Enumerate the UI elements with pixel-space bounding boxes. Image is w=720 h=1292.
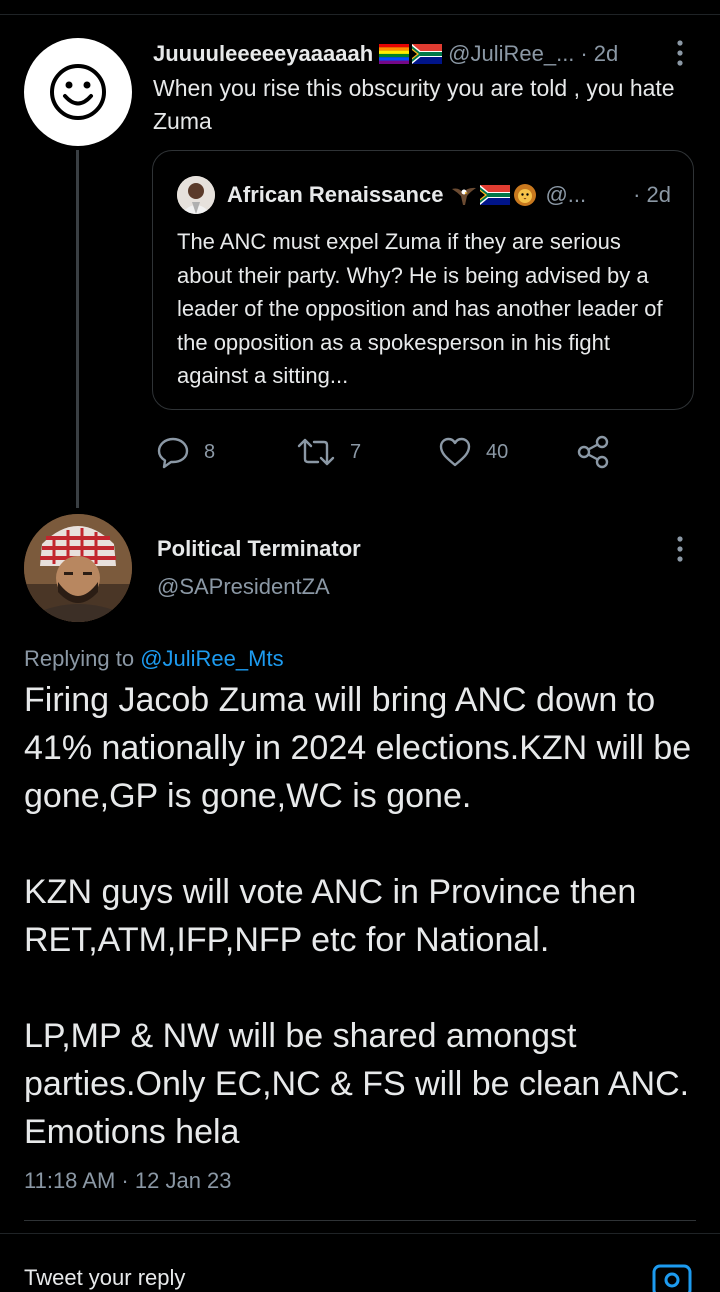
reply-button[interactable]: 8 <box>156 432 215 472</box>
user-handle[interactable]: @SAPresidentZA <box>157 574 330 600</box>
avatar <box>177 176 215 214</box>
quoted-tweet-text: The ANC must expel Zuma if they are seri… <box>177 229 663 388</box>
profile-photo-icon <box>24 514 132 622</box>
top-divider <box>0 14 720 15</box>
rainbow-flag-icon <box>379 44 410 64</box>
tweet-timestamp[interactable]: 11:18 AM · 12 Jan 23 <box>24 1168 232 1194</box>
divider <box>24 1220 696 1221</box>
user-handle[interactable]: @JuliRee_... <box>448 41 574 67</box>
retweet-icon <box>297 438 335 466</box>
reply-count: 8 <box>204 440 216 463</box>
heart-icon <box>439 437 471 467</box>
replying-to-label: Replying to <box>24 646 141 671</box>
reply-icon <box>157 437 189 469</box>
name-emojis <box>379 44 443 64</box>
retweet-button[interactable]: 7 <box>296 432 361 472</box>
share-icon <box>577 435 609 469</box>
separator-dot: · <box>580 41 588 66</box>
person-photo-icon <box>177 176 215 214</box>
eagle-icon <box>452 187 477 205</box>
reply-composer-placeholder[interactable]: Tweet your reply <box>24 1265 185 1291</box>
display-name: African Renaissance <box>227 182 444 207</box>
retweet-count: 7 <box>350 440 362 463</box>
name-emojis <box>451 183 537 207</box>
tweet-actions: 8 7 40 <box>156 432 626 472</box>
replying-to: Replying to @JuliRee_Mts <box>24 646 284 672</box>
more-options-icon[interactable] <box>670 38 690 68</box>
lion-icon <box>514 184 537 206</box>
like-count: 40 <box>486 440 509 463</box>
parent-tweet-text: When you rise this obscurity you are tol… <box>153 75 675 134</box>
tweet-time[interactable]: 2d <box>594 41 618 67</box>
share-button[interactable] <box>576 432 610 472</box>
tweet-time: · 2d <box>633 182 671 207</box>
smiley-face-icon <box>50 64 106 120</box>
south-africa-flag-icon <box>480 185 511 205</box>
quoted-tweet-header: African Renaissance @... · 2d <box>177 176 687 214</box>
image-upload-icon[interactable] <box>650 1262 694 1292</box>
like-button[interactable]: 40 <box>438 432 508 472</box>
avatar[interactable] <box>24 514 132 622</box>
more-options-icon[interactable] <box>670 534 690 564</box>
display-name[interactable]: Juuuuleeeeeyaaaaah <box>153 41 373 67</box>
display-name[interactable]: Political Terminator <box>157 536 361 562</box>
south-africa-flag-icon <box>412 44 443 64</box>
thread-connector-line <box>76 150 79 508</box>
replying-to-link[interactable]: @JuliRee_Mts <box>140 646 283 671</box>
quoted-tweet[interactable]: African Renaissance @... · 2d The ANC mu… <box>152 150 694 410</box>
main-tweet-text: Firing Jacob Zuma will bring ANC down to… <box>24 681 692 1151</box>
user-handle: @... <box>545 182 587 207</box>
divider <box>0 1233 720 1234</box>
parent-tweet-header: Juuuuleeeeeyaaaaah @JuliRee_... · 2d <box>153 40 673 68</box>
avatar[interactable] <box>24 38 132 146</box>
